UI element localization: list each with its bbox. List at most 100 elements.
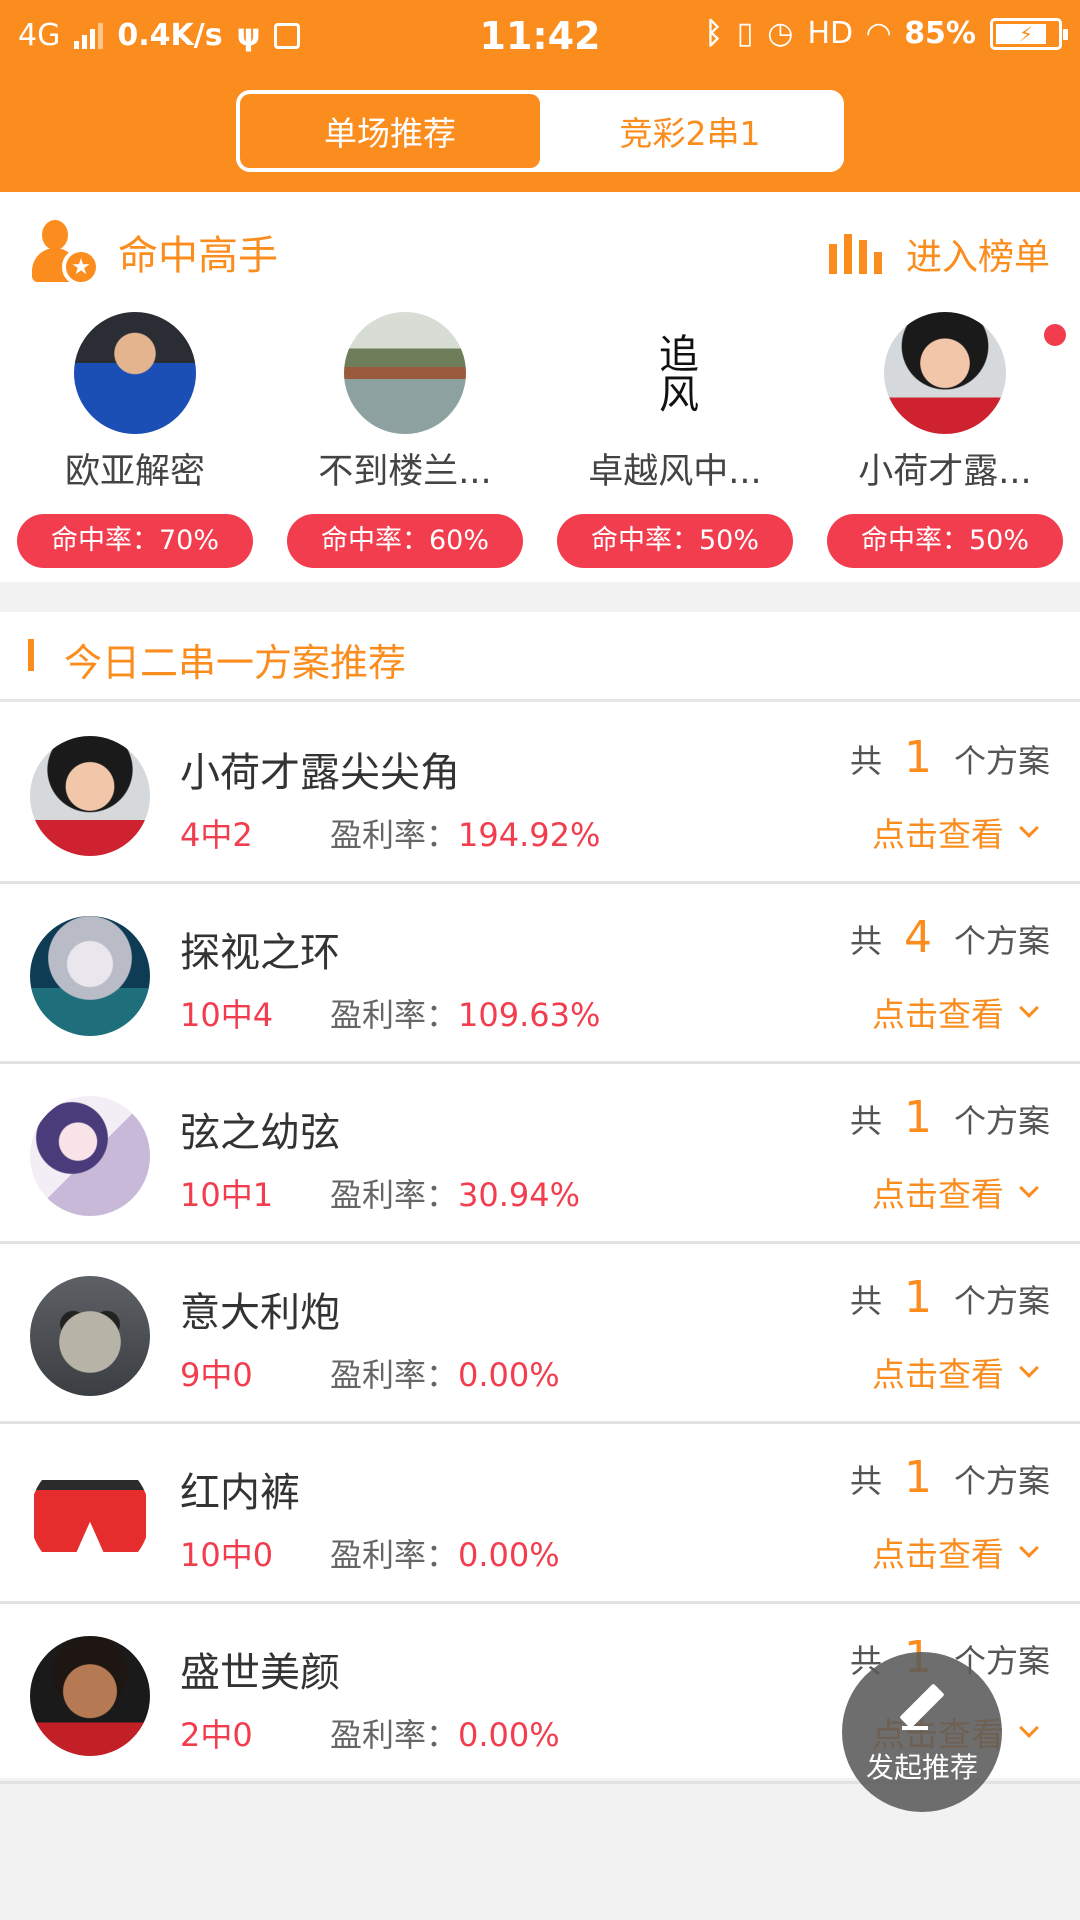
count-number: 1 — [903, 1272, 932, 1323]
master-name: 不到楼兰... — [318, 452, 492, 492]
hit-record: 10中4 — [180, 996, 274, 1034]
avatar — [30, 916, 150, 1036]
tab-single-match[interactable]: 单场推荐 — [240, 94, 540, 168]
profit-label: 盈利率： — [330, 1536, 459, 1574]
tipster-name: 探视之环 — [180, 930, 340, 976]
view-label: 点击查看 — [872, 815, 1004, 854]
profit-value: 0.00% — [458, 1356, 560, 1394]
hit-record: 10中1 — [180, 1176, 274, 1214]
profit-rate: 盈利率：0.00% — [330, 1350, 560, 1396]
section-title: 今日二串一方案推荐 — [64, 641, 407, 685]
view-button[interactable]: 点击查看 — [872, 1528, 1039, 1576]
view-button[interactable]: 点击查看 — [872, 808, 1039, 856]
profit-value: 0.00% — [458, 1716, 560, 1754]
plan-count: 共1 个方案 — [850, 1452, 1050, 1503]
tab-switcher: 单场推荐 竞彩2串1 — [236, 90, 844, 172]
avatar — [30, 736, 150, 856]
tab-parlay[interactable]: 竞彩2串1 — [540, 94, 840, 168]
section-header: 今日二串一方案推荐 — [0, 612, 1080, 702]
plan-count: 共 4 个方案 — [850, 912, 1050, 963]
avatar — [30, 1456, 150, 1576]
battery-percent: 85% — [904, 16, 976, 51]
count-suffix: 个方案 — [953, 1462, 1050, 1500]
chevron-down-icon — [1019, 1538, 1039, 1558]
today-parlay-section: 今日二串一方案推荐 小荷才露尖尖角 4中2 盈利率：194.92% 共 1 个方案 … — [0, 612, 1080, 1784]
tipster-name: 盛世美颜 — [180, 1650, 340, 1696]
view-label: 点击查看 — [872, 1355, 1004, 1394]
profit-label: 盈利率： — [330, 996, 459, 1034]
profit-rate: 盈利率：0.00% — [330, 1710, 560, 1756]
count-prefix: 共 — [849, 1102, 882, 1140]
profit-value: 109.63% — [458, 996, 601, 1034]
profit-rate: 盈利率：30.94% — [330, 1170, 580, 1216]
plan-count: 共1 个方案 — [850, 1272, 1050, 1323]
profit-value: 194.92% — [458, 816, 601, 854]
tipster-name: 小荷才露尖尖角 — [180, 750, 460, 796]
hit-record: 9中0 — [180, 1356, 253, 1394]
chevron-down-icon — [1019, 818, 1039, 838]
hit-record: 2中0 — [180, 1716, 253, 1754]
profit-value: 30.94% — [458, 1176, 581, 1214]
count-suffix: 个方案 — [953, 922, 1050, 960]
title-accent-bar — [28, 639, 34, 671]
vibrate-icon: ▯ — [736, 16, 754, 51]
plan-row[interactable]: 探视之环 10中4 盈利率：109.63% 共 4 个方案 点击查看 — [0, 884, 1080, 1064]
count-prefix: 共 — [849, 922, 882, 960]
hit-rate-badge: 命中率：50% — [827, 514, 1063, 568]
alarm-icon: ◷ — [767, 16, 794, 51]
count-number: 4 — [903, 912, 932, 963]
chevron-down-icon — [1019, 1718, 1039, 1738]
master-card[interactable]: 小荷才露... 命中率：50% — [810, 312, 1080, 568]
master-name: 欧亚解密 — [64, 452, 205, 492]
bluetooth-icon: ᛒ — [704, 16, 723, 51]
view-label: 点击查看 — [872, 1535, 1004, 1574]
count-number: 1 — [903, 732, 932, 783]
avatar — [884, 312, 1006, 434]
profit-label: 盈利率： — [330, 1356, 459, 1394]
enter-ranking-button[interactable]: 进入榜单 — [828, 228, 1050, 280]
profit-rate: 盈利率：109.63% — [330, 990, 600, 1036]
avatar — [30, 1276, 150, 1396]
hd-indicator: HD — [807, 16, 854, 51]
plan-row[interactable]: 弦之幼弦 10中1 盈利率：30.94% 共 1 个方案 点击查看 — [0, 1064, 1080, 1244]
bar-chart-icon — [828, 234, 882, 274]
profit-rate: 盈利率：0.00% — [330, 1530, 560, 1576]
tipster-name: 弦之幼弦 — [180, 1110, 340, 1156]
status-bar: 4G 0.4K/s ψ 11:42 ᛒ ▯ ◷ HD ◠ 85% ⚡ — [0, 0, 1080, 76]
create-recommendation-button[interactable]: 发起推荐 — [842, 1652, 1002, 1812]
view-button[interactable]: 点击查看 — [872, 1168, 1039, 1216]
hit-rate-badge: 命中率：60% — [287, 514, 523, 568]
master-card[interactable]: 不到楼兰... 命中率：60% — [270, 312, 540, 568]
hit-rate-badge: 命中率：50% — [557, 514, 793, 568]
view-button[interactable]: 点击查看 — [872, 1348, 1039, 1396]
tipster-name: 红内裤 — [180, 1470, 300, 1516]
count-suffix: 个方案 — [953, 1282, 1050, 1320]
avatar — [344, 312, 466, 434]
battery-icon: ⚡ — [990, 17, 1068, 50]
pencil-icon — [899, 1682, 945, 1736]
wifi-icon: ◠ — [867, 16, 891, 51]
plan-count: 共1 个方案 — [850, 1092, 1050, 1143]
plan-row[interactable]: 红内裤 10中0 盈利率：0.00% 共 1 个方案 点击查看 — [0, 1424, 1080, 1604]
plan-row[interactable]: 小荷才露尖尖角 4中2 盈利率：194.92% 共 1 个方案 点击查看 — [0, 704, 1080, 884]
fab-label: 发起推荐 — [865, 1751, 978, 1784]
master-card[interactable]: 追风 卓越风中... 命中率：50% — [540, 312, 810, 568]
plan-row[interactable]: 意大利炮 9中0 盈利率：0.00% 共 1 个方案 点击查看 — [0, 1244, 1080, 1424]
profit-label: 盈利率： — [330, 1176, 459, 1214]
profit-label: 盈利率： — [330, 816, 459, 854]
profit-label: 盈利率： — [330, 1716, 459, 1754]
view-label: 点击查看 — [872, 1175, 1004, 1214]
profit-rate: 盈利率：194.92% — [330, 810, 600, 856]
hit-record: 10中0 — [180, 1536, 274, 1574]
count-number: 1 — [903, 1092, 932, 1143]
count-suffix: 个方案 — [953, 742, 1050, 780]
hit-record: 4中2 — [180, 816, 253, 854]
view-label: 点击查看 — [872, 995, 1004, 1034]
master-card[interactable]: 欧亚解密 命中率：70% — [0, 312, 270, 568]
count-number: 1 — [903, 1452, 932, 1503]
master-name: 小荷才露... — [858, 452, 1032, 492]
count-prefix: 共 — [849, 742, 882, 780]
master-list: 欧亚解密 命中率：70% 不到楼兰... 命中率：60% 追风 卓越风中... … — [0, 312, 1080, 568]
chevron-down-icon — [1019, 998, 1039, 1018]
view-button[interactable]: 点击查看 — [872, 988, 1039, 1036]
